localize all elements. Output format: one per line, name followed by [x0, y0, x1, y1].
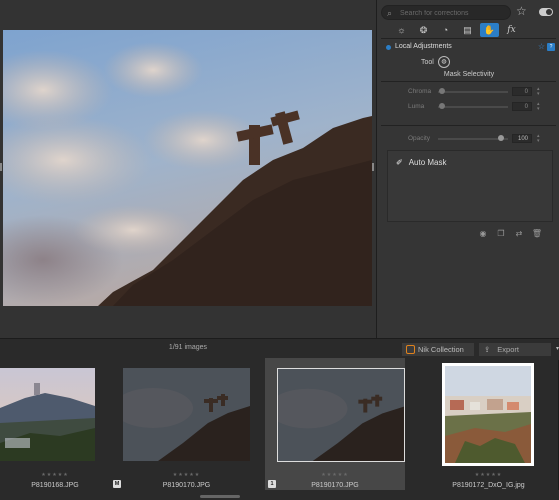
luma-stepper[interactable]: ▴ ▾ [537, 102, 540, 112]
color-icon[interactable]: ❂ [414, 23, 433, 37]
chroma-slider-knob[interactable] [439, 88, 445, 94]
divider [381, 125, 556, 126]
thumbnail-image[interactable] [277, 368, 405, 462]
luma-slider-knob[interactable] [439, 103, 445, 109]
opacity-slider-row: Opacity 100 ▴ ▾ [387, 134, 552, 144]
active-indicator [386, 45, 391, 50]
search-input[interactable] [400, 7, 508, 19]
divider [381, 81, 556, 82]
rating-stars[interactable]: ★★★★★ [110, 472, 263, 478]
left-panel-handle[interactable] [0, 163, 2, 171]
export-icon: ⇪ [484, 345, 491, 354]
luma-slider[interactable] [438, 106, 508, 108]
opacity-value[interactable]: 100 [512, 134, 532, 143]
fx-icon[interactable]: fx [502, 23, 521, 37]
tool-label: Tool [421, 59, 434, 66]
main-photo[interactable] [3, 30, 372, 306]
search-icon: ⌕ [387, 8, 393, 18]
light-icon[interactable]: ☼ [392, 23, 411, 37]
image-viewer[interactable] [0, 0, 376, 338]
mask-item-label: Auto Mask [408, 158, 447, 167]
favorites-star-icon[interactable]: ☆ [516, 4, 527, 18]
chroma-slider-row: Chroma 0 ▴ ▾ [387, 87, 552, 97]
mask-tool-icon[interactable]: ◍ [438, 56, 450, 68]
nik-label: Nik Collection [418, 345, 464, 354]
thumbnail-filename: P8190170.JPG [162, 482, 211, 489]
app-window: ⌕ ☆ ☼ ❂ ◔ ▤ ✋ fx Local Adjustments ☆ ? T… [0, 0, 559, 500]
chroma-slider[interactable] [438, 91, 508, 93]
mask-item-auto-mask[interactable]: ✐ Auto Mask [396, 158, 447, 167]
thumbnail-filename: P8190172_DxO_IG.jpg [452, 482, 525, 489]
filmstrip-thumbnail[interactable]: ★★★★★ P8190168.JPG [0, 358, 110, 490]
opacity-stepper[interactable]: ▴ ▾ [537, 134, 540, 144]
local-adjustments-icon[interactable]: ✋ [480, 23, 499, 37]
eye-icon[interactable]: ◉ [477, 229, 489, 239]
luma-slider-row: Luma 0 ▴ ▾ [387, 102, 552, 112]
export-button[interactable]: ⇪ Export ▾ [479, 343, 559, 356]
corrections-panel: ⌕ ☆ ☼ ❂ ◔ ▤ ✋ fx Local Adjustments ☆ ? T… [376, 0, 559, 338]
filmstrip-thumbnail[interactable]: ★★★★★ P8190172_DxO_IG.jpg [418, 358, 559, 490]
search-bar[interactable]: ⌕ [381, 5, 511, 20]
thumbnail-filename: P8190170.JPG [311, 482, 359, 489]
trash-icon[interactable]: 🗑 [531, 229, 543, 239]
thumbnail-filename: P8190168.JPG [31, 482, 79, 489]
tool-tabs: ☼ ❂ ◔ ▤ ✋ fx [392, 23, 521, 38]
thumbnail-image[interactable] [123, 368, 250, 461]
filmstrip-thumbnail-selected[interactable]: 1 ★★★★★ P8190170.JPG [265, 358, 405, 490]
local-adjustments-title: Local Adjustments [395, 43, 452, 50]
thumbnail-image[interactable] [0, 368, 95, 461]
filmstrip-header: 1/91 images Nik Collection ⇪ Export ▾ [0, 338, 559, 358]
chroma-value[interactable]: 0 [512, 87, 532, 96]
opacity-slider-knob[interactable] [498, 135, 504, 141]
local-adjustments-header[interactable]: Local Adjustments ☆ ? [383, 42, 557, 53]
divider [381, 38, 556, 39]
filmstrip-thumbnail[interactable]: M ★★★★★ P8190170.JPG [110, 358, 263, 490]
luma-label: Luma [408, 103, 425, 110]
rating-stars[interactable]: ★★★★★ [418, 472, 559, 478]
fx-label: fx [507, 25, 516, 35]
right-panel-handle[interactable] [372, 163, 374, 171]
favorite-star-icon[interactable]: ☆ [538, 42, 545, 51]
rating-stars[interactable]: ★★★★★ [0, 472, 110, 478]
chroma-label: Chroma [408, 88, 432, 95]
export-label: Export [497, 345, 519, 354]
detail-icon[interactable]: ◔ [436, 23, 455, 37]
thumbnail-image[interactable] [442, 363, 534, 466]
panel-toggle[interactable] [539, 8, 553, 16]
chroma-stepper[interactable]: ▴ ▾ [537, 87, 540, 97]
filmstrip-scrollbar[interactable] [200, 495, 240, 498]
swap-icon[interactable]: ⇄ [513, 229, 525, 239]
mask-selectivity-title: Mask Selectivity [443, 71, 495, 78]
luma-value[interactable]: 0 [512, 102, 532, 111]
nik-icon [406, 345, 415, 354]
help-button[interactable]: ? [547, 43, 555, 51]
opacity-label: Opacity [408, 135, 431, 142]
duplicate-icon[interactable]: ❐ [495, 229, 507, 239]
nik-collection-button[interactable]: Nik Collection [402, 343, 474, 356]
mask-list: ✐ Auto Mask [387, 150, 553, 222]
image-count: 1/91 images [168, 344, 208, 351]
rating-stars[interactable]: ★★★★★ [265, 472, 405, 478]
filmstrip[interactable]: ★★★★★ P8190168.JPG M ★★★★★ P8190170.JPG [0, 358, 559, 500]
geometry-icon[interactable]: ▤ [458, 23, 477, 37]
auto-mask-icon: ✐ [396, 158, 403, 167]
mask-actions: ◉ ❐ ⇄ 🗑 [477, 229, 543, 239]
